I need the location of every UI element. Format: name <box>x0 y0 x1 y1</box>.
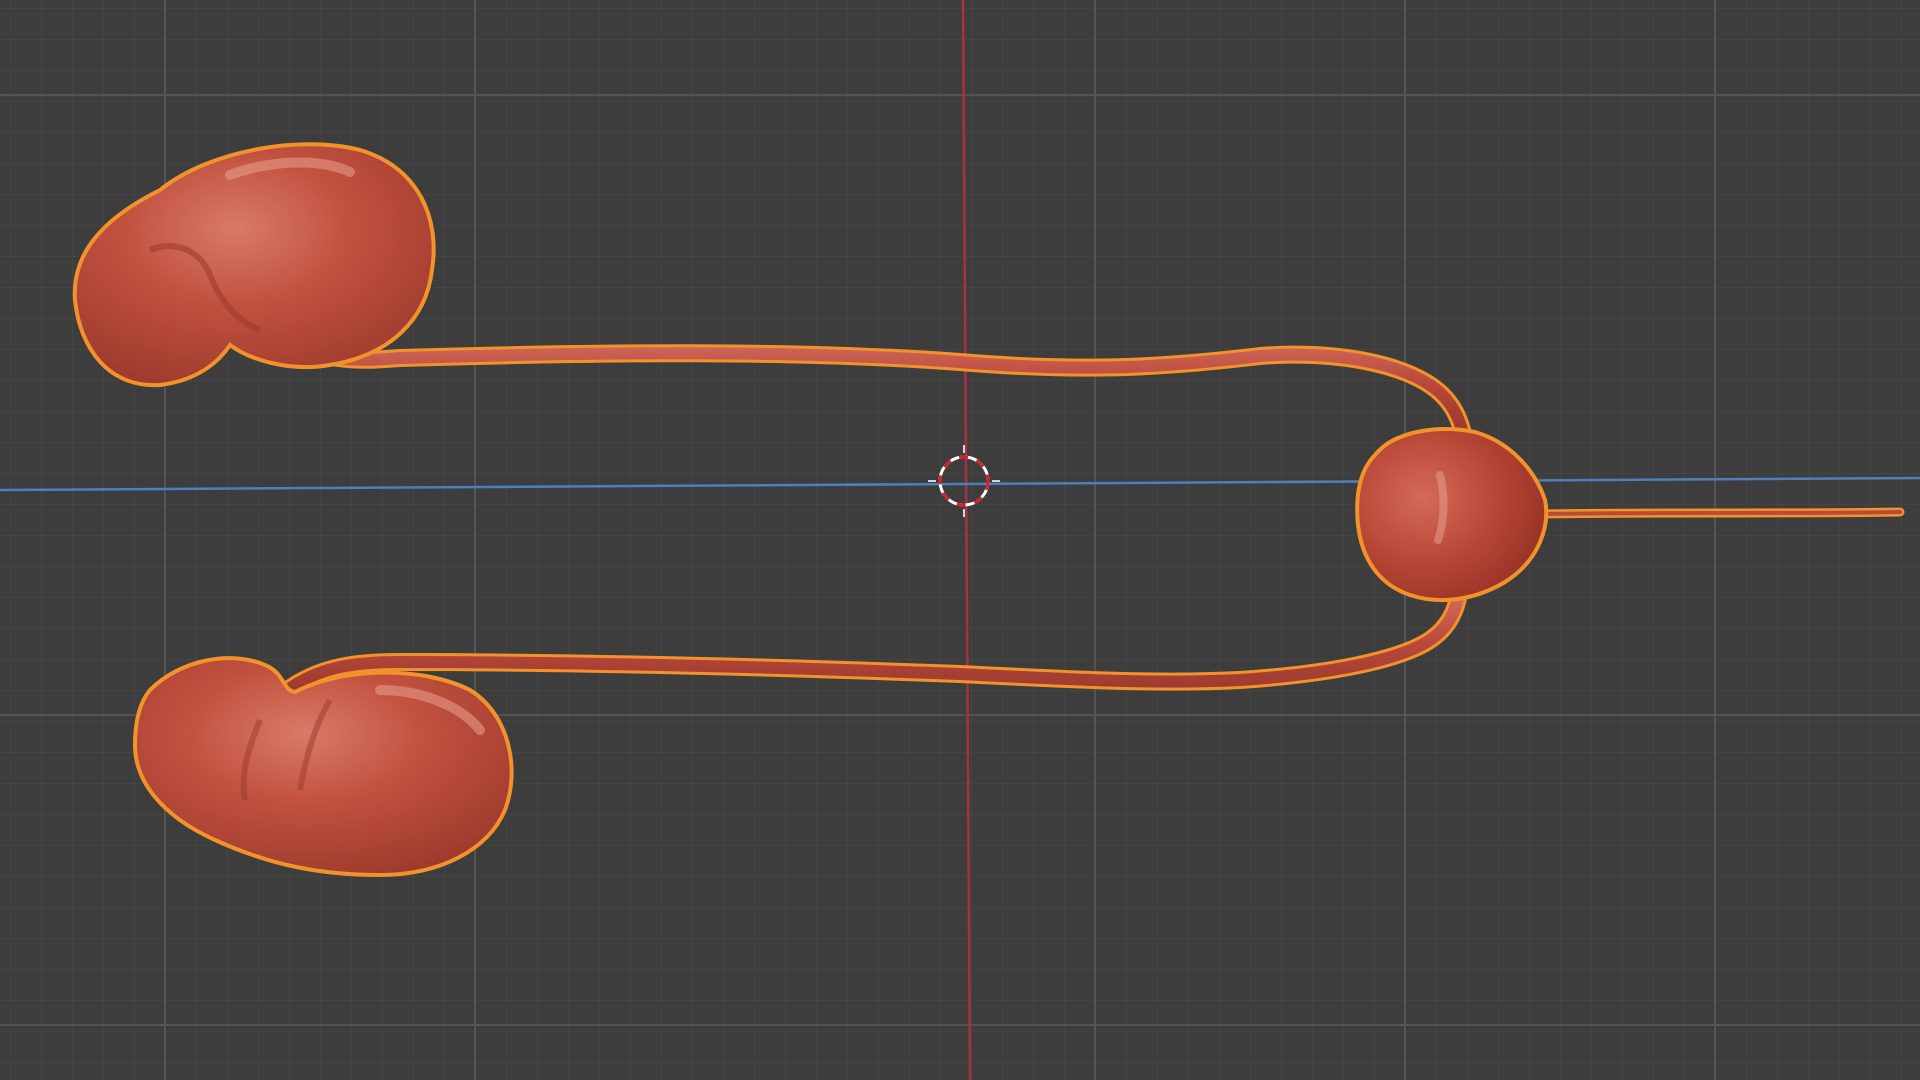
3d-viewport[interactable] <box>0 0 1920 1080</box>
bladder[interactable] <box>1355 427 1549 603</box>
viewport-canvas[interactable] <box>0 0 1920 1080</box>
urethra[interactable] <box>1535 507 1905 519</box>
